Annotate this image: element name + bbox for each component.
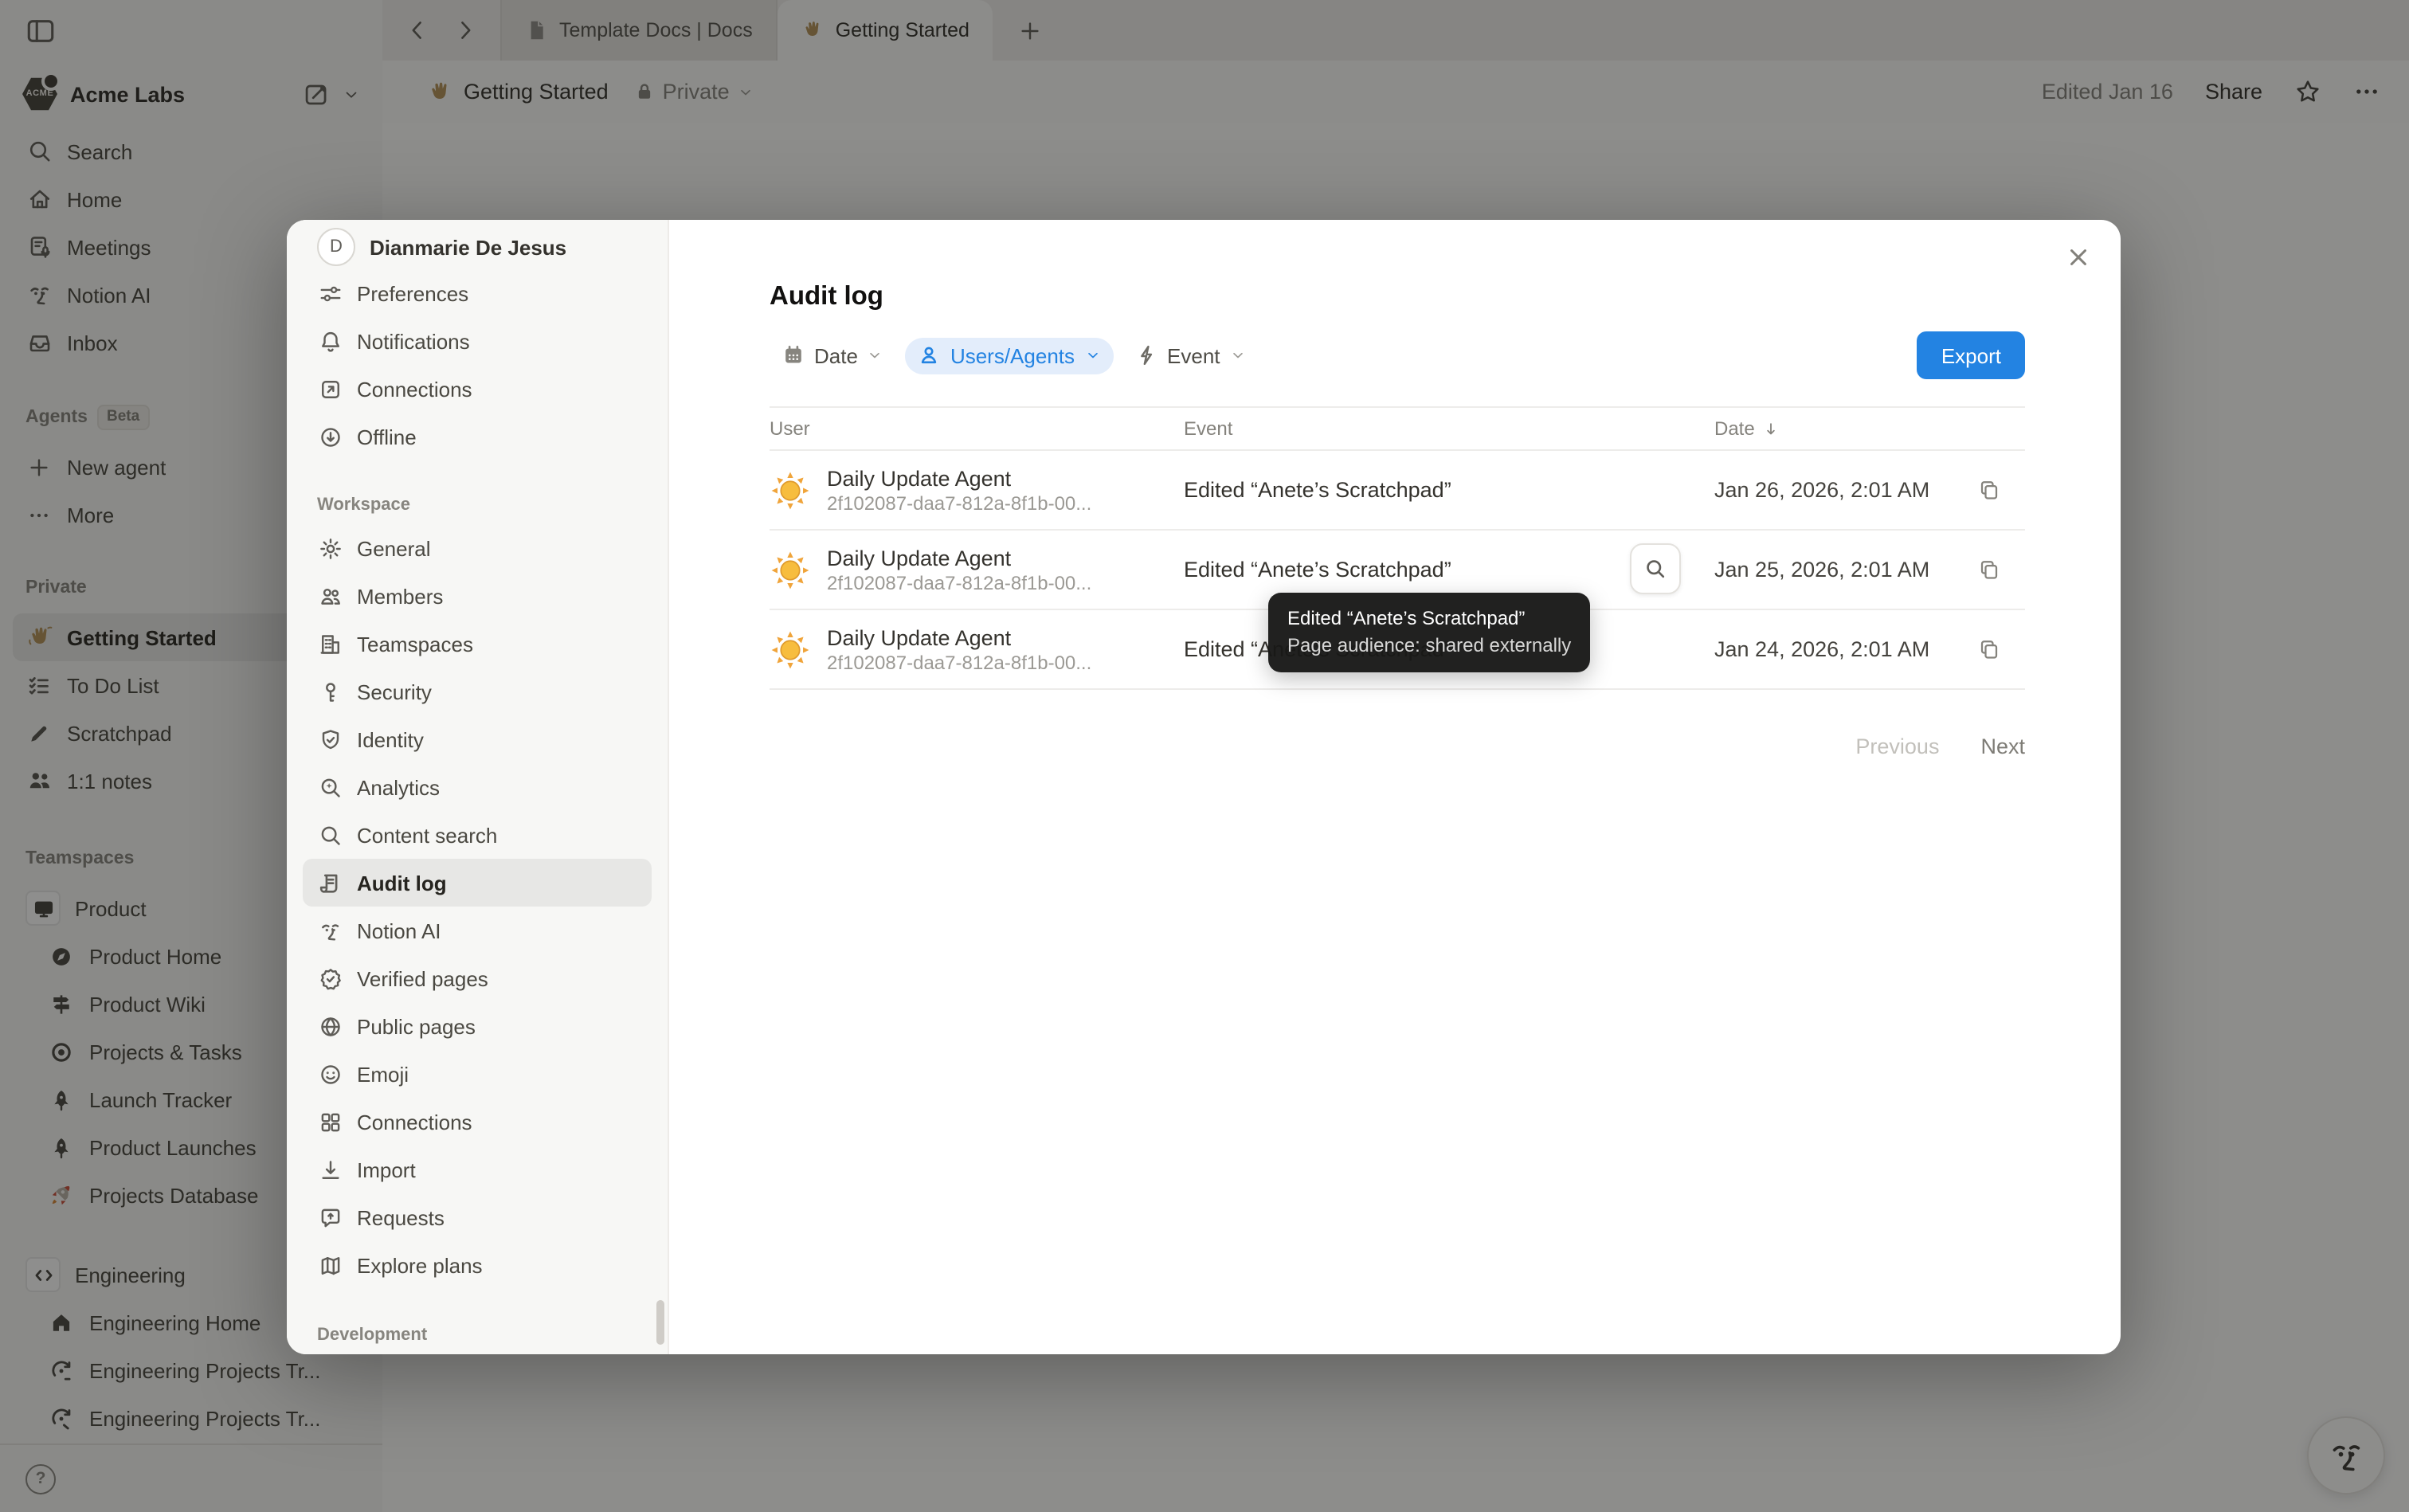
arrow-out-box-icon (317, 376, 343, 402)
table-header: User Event Date (770, 406, 2025, 451)
map-icon (317, 1252, 343, 1278)
chevron-down-icon (868, 347, 883, 363)
sun-agent-icon (770, 469, 811, 511)
scrollbar-thumb[interactable] (656, 1300, 664, 1345)
settings-section-development: Development (317, 1313, 637, 1345)
settings-item-security[interactable]: Security (303, 668, 652, 715)
close-icon[interactable] (2060, 239, 2095, 274)
settings-item-notion-ai[interactable]: Notion AI (303, 907, 652, 954)
settings-item-members[interactable]: Members (303, 572, 652, 620)
account-row[interactable]: D Dianmarie De Jesus (303, 225, 652, 269)
event-date: Jan 26, 2026, 2:01 AM (1714, 478, 1929, 502)
scroll-icon (317, 870, 343, 895)
agent-name: Daily Update Agent (827, 544, 1091, 571)
key-icon (317, 679, 343, 704)
gear-icon (317, 535, 343, 561)
copy-icon[interactable] (1974, 635, 2003, 664)
people-icon (317, 583, 343, 609)
shield-check-icon (317, 727, 343, 752)
avatar: D (317, 228, 355, 266)
settings-item-verified-pages[interactable]: Verified pages (303, 954, 652, 1002)
settings-modal: D Dianmarie De Jesus Preferences Notific… (287, 220, 2121, 1354)
next-page-button[interactable]: Next (1980, 734, 2025, 758)
filter-date[interactable]: Date (770, 337, 896, 374)
request-bubble-icon (317, 1205, 343, 1230)
event-description: Edited “Anete’s Scratchpad” (1184, 478, 1714, 502)
settings-item-public-pages[interactable]: Public pages (303, 1002, 652, 1050)
sun-agent-icon (770, 549, 811, 590)
bell-icon (317, 328, 343, 354)
badge-check-icon (317, 966, 343, 991)
agent-id: 2f102087-daa7-812a-8f1b-00... (827, 571, 1091, 595)
settings-section-workspace: Workspace (317, 483, 637, 515)
chevron-down-icon (1230, 347, 1246, 363)
audit-log-panel: Audit log Date Users/Agents Event (669, 220, 2121, 1354)
settings-item-explore-plans[interactable]: Explore plans (303, 1241, 652, 1289)
column-header-event: Event (1184, 417, 1714, 440)
event-date: Jan 25, 2026, 2:01 AM (1714, 558, 1929, 582)
settings-sidebar: D Dianmarie De Jesus Preferences Notific… (287, 220, 669, 1354)
settings-item-notifications[interactable]: Notifications (303, 317, 652, 365)
search-icon (317, 822, 343, 848)
sun-agent-icon (770, 629, 811, 670)
settings-item-preferences[interactable]: Preferences (303, 269, 652, 317)
grid-icon (317, 1109, 343, 1134)
sliders-icon (317, 280, 343, 306)
copy-icon[interactable] (1974, 476, 2003, 504)
settings-item-requests[interactable]: Requests (303, 1193, 652, 1241)
filter-event[interactable]: Event (1122, 337, 1259, 374)
filter-users-agents[interactable]: Users/Agents (906, 337, 1113, 374)
smiley-icon (317, 1061, 343, 1087)
download-circle-icon (317, 424, 343, 449)
settings-item-teamspaces[interactable]: Teamspaces (303, 620, 652, 668)
settings-item-emoji[interactable]: Emoji (303, 1050, 652, 1098)
sort-descending-icon (1763, 420, 1780, 437)
row-zoom-button[interactable] (1630, 543, 1681, 594)
column-header-user: User (770, 417, 1184, 440)
globe-icon (317, 1013, 343, 1039)
import-icon (317, 1157, 343, 1182)
previous-page-button[interactable]: Previous (1855, 734, 1939, 758)
settings-item-general[interactable]: General (303, 524, 652, 572)
filter-bar: Date Users/Agents Event Export (770, 331, 2025, 379)
agent-name: Daily Update Agent (827, 464, 1091, 492)
settings-item-connections[interactable]: Connections (303, 365, 652, 413)
settings-item-import[interactable]: Import (303, 1146, 652, 1193)
account-name: Dianmarie De Jesus (370, 235, 566, 259)
audit-row: Daily Update Agent 2f102087-daa7-812a-8f… (770, 451, 2025, 531)
lightning-icon (1135, 344, 1157, 366)
chevron-down-icon (1084, 347, 1100, 363)
settings-item-content-search[interactable]: Content search (303, 811, 652, 859)
agent-id: 2f102087-daa7-812a-8f1b-00... (827, 651, 1091, 675)
copy-icon[interactable] (1974, 555, 2003, 584)
column-header-date[interactable]: Date (1714, 417, 2025, 440)
settings-item-identity[interactable]: Identity (303, 715, 652, 763)
notion-app: ACME Acme Labs Search Home Meetings (0, 0, 2409, 1512)
tooltip-line-1: Edited “Anete’s Scratchpad” (1287, 605, 1571, 633)
person-icon (919, 344, 941, 366)
tooltip-line-2: Page audience: shared externally (1287, 633, 1571, 660)
building-icon (317, 631, 343, 656)
event-date: Jan 24, 2026, 2:01 AM (1714, 637, 1929, 661)
pagination: Previous Next (770, 734, 2025, 758)
settings-item-analytics[interactable]: Analytics (303, 763, 652, 811)
search-sparkle-icon (317, 774, 343, 800)
settings-item-connections-workspace[interactable]: Connections (303, 1098, 652, 1146)
agent-name: Daily Update Agent (827, 624, 1091, 651)
agent-id: 2f102087-daa7-812a-8f1b-00... (827, 492, 1091, 515)
panel-title: Audit log (770, 280, 2025, 312)
event-tooltip: Edited “Anete’s Scratchpad” Page audienc… (1268, 593, 1590, 672)
export-button[interactable]: Export (1917, 331, 2025, 379)
settings-item-audit-log[interactable]: Audit log (303, 859, 652, 907)
settings-item-offline[interactable]: Offline (303, 413, 652, 460)
notion-ai-icon (317, 918, 343, 943)
calendar-icon (782, 344, 805, 366)
